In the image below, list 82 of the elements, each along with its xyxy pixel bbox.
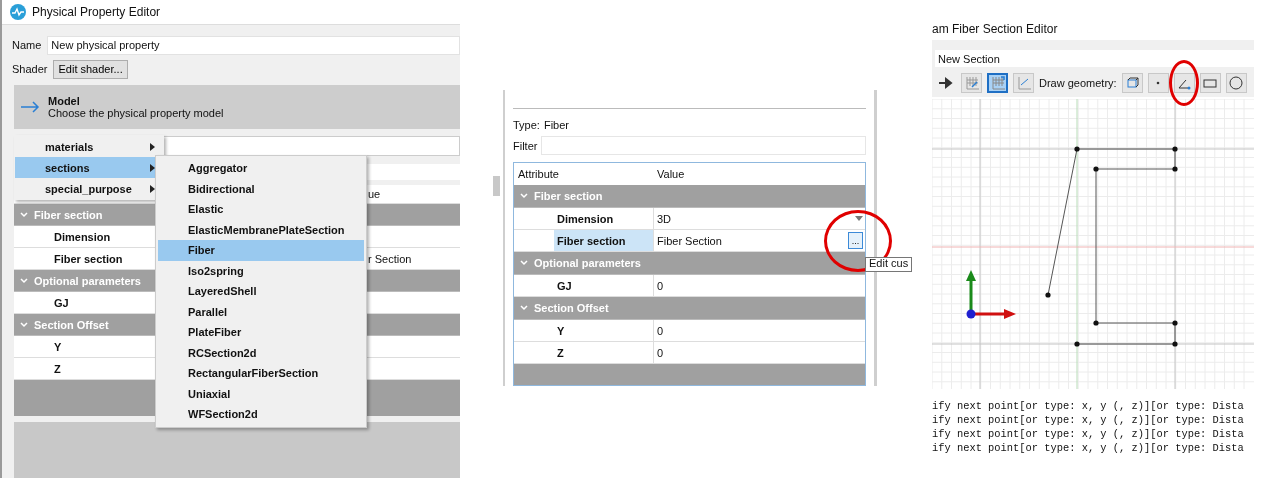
app-logo-icon xyxy=(10,4,26,20)
menu-item[interactable]: ElasticMembranePlateSection xyxy=(158,219,364,240)
edit-shader-button[interactable]: Edit shader... xyxy=(53,59,128,79)
menu-item[interactable]: PlateFiber xyxy=(158,322,364,343)
grid-icon xyxy=(990,76,1005,90)
rectangle-icon xyxy=(1203,76,1218,90)
type-label: Type: xyxy=(513,119,540,132)
attribute-label[interactable]: Dimension xyxy=(554,208,654,230)
attribute-label: Dimension xyxy=(53,230,111,243)
menu-item[interactable]: RCSection2d xyxy=(158,342,364,363)
field-label: Filter xyxy=(513,139,538,152)
submenu-arrow-icon xyxy=(150,184,155,193)
dropdown-caret-icon[interactable] xyxy=(855,216,863,222)
name-field[interactable]: New physical property xyxy=(47,35,460,55)
menu-item[interactable]: LayeredShell xyxy=(158,281,364,302)
chevron-down-icon[interactable] xyxy=(20,321,28,328)
attribute-value: 0 xyxy=(657,324,664,337)
group-label: Optional parameters xyxy=(534,257,641,270)
attribute-value: r Section xyxy=(367,252,412,265)
filter-field[interactable] xyxy=(541,136,866,156)
attribute-value: 0 xyxy=(657,279,664,292)
group-label: Fiber section xyxy=(34,208,103,221)
group-label: Section Offset xyxy=(534,302,609,315)
draw-tool-button[interactable] xyxy=(1225,73,1247,93)
attribute-value: Fiber Section xyxy=(657,234,722,247)
menu-item[interactable]: Fiber xyxy=(158,240,364,261)
field-label: Shader xyxy=(12,63,48,75)
menu-item[interactable]: Elastic xyxy=(158,199,364,220)
menu-item[interactable]: RectangularFiberSection xyxy=(158,363,364,384)
menu-item[interactable]: materials xyxy=(15,136,163,157)
console-line: ify next point[or type: x, y (, z)][or type: Dista xyxy=(932,441,1245,455)
attribute-label[interactable]: Z xyxy=(554,342,654,364)
column-header: Value xyxy=(656,168,685,181)
tooltip: Edit cus xyxy=(865,257,913,272)
scrollbar[interactable] xyxy=(493,176,500,196)
group-label: Fiber section xyxy=(534,190,603,203)
circle-icon xyxy=(1229,76,1244,90)
chevron-down-icon[interactable] xyxy=(20,277,28,284)
edit-button[interactable]: ... xyxy=(848,232,863,250)
draw-tool-button[interactable] xyxy=(1199,73,1221,93)
model-subtitle: Choose the physical property model xyxy=(48,107,224,119)
arrow-icon xyxy=(938,76,953,90)
group-label: Section Offset xyxy=(34,318,109,331)
section-name-field[interactable]: New Section xyxy=(935,50,1254,67)
menu-item[interactable]: Parallel xyxy=(158,301,364,322)
draw-tool-button[interactable] xyxy=(1173,73,1195,93)
model-title: Model xyxy=(48,95,81,107)
attribute-value: 0 xyxy=(657,346,664,359)
attribute-label: Fiber section xyxy=(53,252,123,265)
column-header: ue xyxy=(367,188,381,200)
window-title: am Fiber Section Editor xyxy=(932,22,1059,38)
attribute-label[interactable]: GJ xyxy=(554,275,654,297)
menu-item[interactable]: WFSection2d xyxy=(158,404,364,425)
grid-icon xyxy=(964,76,979,90)
field-label: Name xyxy=(12,39,42,51)
arrow-right-icon xyxy=(20,101,40,113)
model-combo-field[interactable] xyxy=(162,136,460,156)
angle-grid-icon xyxy=(1016,76,1031,90)
chevron-down-icon[interactable] xyxy=(20,211,28,218)
submenu-arrow-icon xyxy=(150,163,155,172)
chevron-down-icon[interactable] xyxy=(520,193,528,200)
submenu-arrow-icon xyxy=(150,142,155,151)
cube-icon xyxy=(1125,76,1140,90)
type-value: Fiber xyxy=(543,119,569,132)
console-line: ify next point[or type: x, y (, z)][or type: Dista xyxy=(932,413,1245,427)
window-title: Physical Property Editor xyxy=(32,5,161,19)
draw-tool-button[interactable] xyxy=(1121,73,1143,93)
attribute-label[interactable]: Y xyxy=(554,320,654,342)
console-line: ify next point[or type: x, y (, z)][or type: Dista xyxy=(932,399,1245,413)
console-line: ify next point[or type: x, y (, z)][or type: Dista xyxy=(932,427,1245,441)
chevron-down-icon[interactable] xyxy=(520,305,528,312)
draw-geometry-label: Draw geometry: xyxy=(1039,77,1117,89)
chevron-down-icon[interactable] xyxy=(520,260,528,267)
attribute-label: Y xyxy=(53,340,62,353)
menu-item[interactable]: Iso2spring xyxy=(158,260,364,281)
attribute-label: Z xyxy=(53,362,61,375)
column-header: Attribute xyxy=(517,168,559,181)
axes-icon xyxy=(966,270,1016,319)
attribute-label: GJ xyxy=(53,296,69,309)
group-label: Optional parameters xyxy=(34,274,141,287)
attribute-value: 3D xyxy=(657,212,672,225)
attribute-label[interactable]: Fiber section xyxy=(554,230,654,252)
